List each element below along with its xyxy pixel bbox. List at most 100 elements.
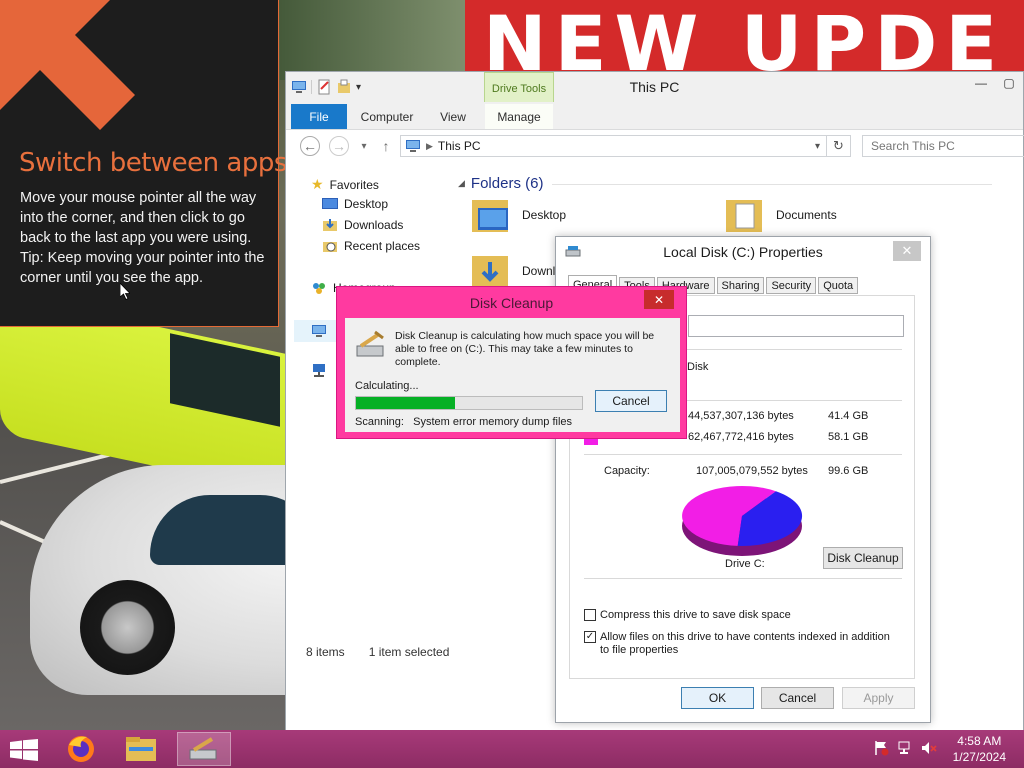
folder-desktop[interactable]: Desktop [470,194,566,236]
forward-icon[interactable]: → [329,136,349,156]
network-icon [313,364,325,377]
minimize-icon[interactable]: — [967,72,995,94]
cancel-button[interactable]: Cancel [761,687,834,709]
refresh-icon[interactable]: ↻ [827,135,851,157]
properties-title: Local Disk (C:) Properties [663,244,823,260]
tab-security[interactable]: Security [766,277,817,294]
downloads-icon [323,219,337,231]
window-controls: — ▢ [967,72,1023,94]
ok-button[interactable]: OK [681,687,754,709]
nav-desktop-label: Desktop [344,197,389,211]
nav-downloads[interactable]: Downloads [322,218,403,232]
status-item-count: 8 items [306,645,345,659]
address-input[interactable]: ▶ This PC ▾ [400,135,827,157]
properties-titlebar[interactable]: Local Disk (C:) Properties ✕ [556,237,930,267]
recent-locations-icon[interactable]: ▾ [354,136,374,156]
wallpaper-banner: NEW UPDE [465,0,1024,80]
recent-places-icon [323,242,337,252]
cleanup-message: Disk Cleanup is calculating how much spa… [395,330,655,368]
calculating-label: Calculating... [355,380,419,392]
index-label: Allow files on this drive to have conten… [600,631,890,656]
tab-quota[interactable]: Quota [818,277,859,294]
apply-button[interactable]: Apply [842,687,915,709]
corner-arrow-icon [0,0,135,130]
action-center-flag-icon[interactable] [873,740,889,756]
capacity-size: 99.6 GB [828,465,869,477]
mouse-cursor-icon [120,283,130,300]
separator [584,454,902,455]
clock-date: 1/27/2024 [952,750,1006,764]
explorer-titlebar[interactable]: ▾ Drive Tools This PC — ▢ [286,72,1023,130]
tip-body: Move your mouse pointer all the way into… [20,188,270,288]
folder-desktop-label: Desktop [522,208,567,222]
nav-favorites[interactable]: ★ Favorites [311,176,379,193]
volume-muted-icon[interactable] [921,740,937,756]
disk-cleanup-button[interactable]: Disk Cleanup [823,547,903,569]
status-selection: 1 item selected [368,645,450,659]
address-bar-row: ← → ▾ ↑ ▶ This PC ▾ ↻ Search This PC [286,130,1024,160]
folder-documents[interactable]: Documents [724,194,837,236]
collapse-chevron-icon[interactable]: ◢ [458,178,465,189]
disk-cleanup-icon [356,330,384,357]
network-status-icon[interactable] [897,740,913,756]
up-icon[interactable]: ↑ [376,136,396,156]
tab-view[interactable]: View [431,104,475,129]
documents-folder-icon [726,200,762,232]
search-input[interactable]: Search This PC [862,135,1024,157]
compress-checkbox[interactable] [584,609,596,621]
drive-label: Drive C: [725,558,765,570]
wallpaper-banner-text: NEW UPDE [483,0,1006,81]
cancel-button[interactable]: Cancel [595,390,667,412]
breadcrumb-chevron-icon: ▶ [426,140,433,151]
separator [584,578,902,579]
folders-group-header[interactable]: ◢ Folders (6) [458,175,543,192]
compress-label: Compress this drive to save disk space [600,609,791,621]
maximize-icon[interactable]: ▢ [995,72,1023,94]
star-icon: ★ [311,176,324,192]
disk-cleanup-dialog[interactable]: Disk Cleanup ✕ Disk Cleanup is calculati… [336,286,687,439]
this-pc-icon [406,140,420,152]
disk-cleanup-icon [189,737,217,760]
capacity-bytes: 107,005,079,552 bytes [696,465,808,477]
folders-group-title: Folders (6) [470,175,544,192]
drive-type-value: Disk [687,361,709,373]
scanning-label: Scanning: [355,416,404,428]
nav-network[interactable] [311,362,327,378]
disk-usage-pie-chart [682,485,803,556]
breadcrumb-this-pc[interactable]: This PC [438,139,481,153]
taskbar-file-explorer[interactable] [114,732,168,766]
folder-documents-label: Documents [776,208,837,222]
this-pc-icon [312,325,326,337]
back-icon[interactable]: ← [300,136,320,156]
nav-desktop[interactable]: Desktop [322,197,388,211]
address-dropdown-icon[interactable]: ▾ [815,141,820,152]
tip-hint-text: Tip: Keep moving your pointer into the c… [20,250,265,286]
taskbar-firefox[interactable] [54,732,108,766]
tab-computer[interactable]: Computer [354,104,420,129]
taskbar: 4:58 AM 1/27/2024 [0,730,1024,768]
firefox-icon [68,736,94,762]
close-icon[interactable]: ✕ [644,290,674,309]
ribbon-tabs: File Computer View Manage [286,102,1023,130]
taskbar-disk-cleanup[interactable] [177,732,231,766]
index-checkbox[interactable]: ✓ [584,631,596,643]
nav-recent-label: Recent places [344,239,421,253]
navigation-pane: ★ Favorites Desktop Downloads Recent pla… [286,164,454,724]
free-space-size: 58.1 GB [828,431,869,443]
close-icon[interactable]: ✕ [893,241,921,261]
desktop-icon [322,198,338,209]
tab-manage[interactable]: Manage [485,104,553,129]
status-bar: 8 items 1 item selected [306,645,449,659]
clock[interactable]: 4:58 AM 1/27/2024 [953,733,1006,765]
windows-start-icon[interactable] [10,739,38,761]
capacity-label: Capacity: [604,465,650,477]
nav-favorites-label: Favorites [329,177,379,192]
cleanup-body: Disk Cleanup is calculating how much spa… [345,318,680,432]
scanning-item: System error memory dump files [413,416,573,428]
tab-file[interactable]: File [291,104,347,129]
nav-recent-places[interactable]: Recent places [322,239,420,253]
tab-sharing[interactable]: Sharing [716,277,765,294]
file-explorer-icon [126,737,156,761]
drive-name-input[interactable] [688,315,904,337]
explorer-title: This PC [629,79,680,95]
